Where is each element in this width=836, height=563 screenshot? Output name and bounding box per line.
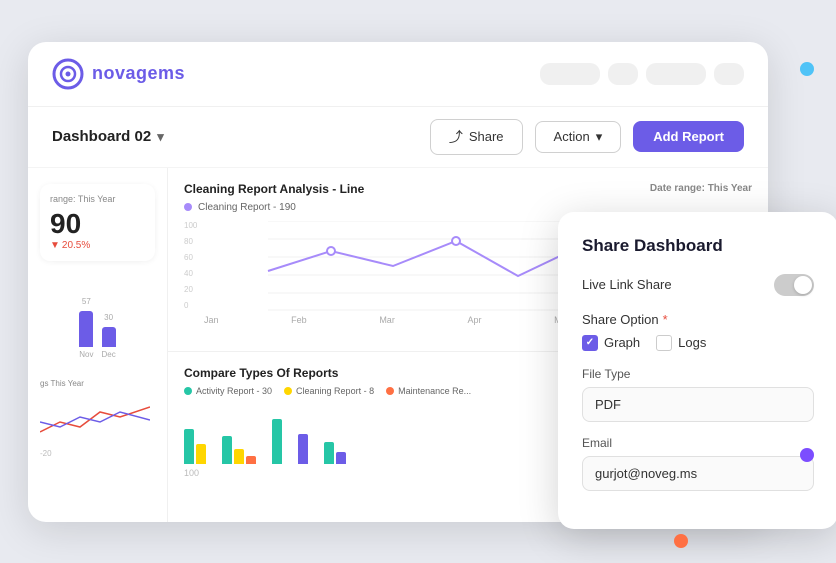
bar-label-dec: Dec — [102, 350, 116, 359]
graph-label: Graph — [604, 335, 640, 350]
line-legend-dot — [184, 203, 192, 211]
stat-card: range: This Year 90 ▼ 20.5% — [40, 184, 155, 261]
share-dialog-title: Share Dashboard — [582, 236, 814, 256]
legend-dot-cleaning — [284, 387, 292, 395]
bar-value-nov: 57 — [82, 297, 91, 306]
share-option-section: Share Option * ✓ Graph Logs — [582, 312, 814, 351]
checkmark-icon: ✓ — [586, 337, 594, 348]
share-option-label: Share Option — [582, 312, 659, 327]
email-label: Email — [582, 436, 814, 450]
live-link-label: Live Link Share — [582, 277, 672, 292]
stat-change: ▼ 20.5% — [50, 240, 145, 251]
legend-dot-activity — [184, 387, 192, 395]
logo-icon — [52, 58, 84, 90]
dot-blue-decoration — [800, 62, 814, 76]
logs-checkbox-item[interactable]: Logs — [656, 335, 706, 351]
action-button-label: Action — [554, 129, 590, 144]
bar-group-4 — [298, 434, 308, 464]
bar-group-dec: 30 Dec — [102, 313, 116, 359]
live-link-toggle[interactable] — [774, 274, 814, 296]
file-type-section: File Type — [582, 367, 814, 436]
legend-cleaning: Cleaning Report - 8 — [284, 386, 374, 396]
stat-change-value: 20.5% — [62, 240, 90, 251]
required-star: * — [663, 312, 668, 327]
mini-chart-label: gs This Year — [40, 379, 155, 388]
dot-orange-decoration — [674, 534, 688, 548]
bar-group-1 — [184, 429, 206, 464]
header-pill-3 — [646, 63, 706, 85]
stat-bars-area: 57 Nov 30 Dec — [40, 297, 155, 359]
legend-dot-maintenance — [386, 387, 394, 395]
mini-line-chart: gs This Year -20 — [40, 379, 155, 458]
outer-wrapper: novagems Dashboard 02 ▾ ⤴ Share Action ▾ — [28, 22, 808, 542]
checkbox-group: ✓ Graph Logs — [582, 335, 814, 351]
share-dashboard-dialog: Share Dashboard Live Link Share Share Op… — [558, 212, 836, 529]
chevron-down-icon[interactable]: ▾ — [157, 129, 164, 145]
header-pill-2 — [608, 63, 638, 85]
compare-title-text: Compare Types Of Reports — [184, 366, 338, 380]
toggle-knob — [794, 276, 812, 294]
bar-nov — [79, 311, 93, 347]
add-report-button[interactable]: Add Report — [633, 121, 744, 152]
logo-area: novagems — [52, 58, 528, 90]
action-button[interactable]: Action ▾ — [535, 121, 622, 153]
action-chevron-icon: ▾ — [596, 129, 603, 145]
mini-chart-value: -20 — [40, 449, 155, 458]
header: novagems — [28, 42, 768, 107]
bar-dec — [102, 327, 116, 347]
line-chart-legend: Cleaning Report - 190 — [184, 202, 752, 213]
line-chart-title-row: Cleaning Report Analysis - Line Date ran… — [184, 182, 752, 196]
add-report-label: Add Report — [653, 129, 724, 144]
header-pill-1 — [540, 63, 600, 85]
header-pills — [540, 63, 744, 85]
logs-checkbox[interactable] — [656, 335, 672, 351]
share-button[interactable]: ⤴ Share — [430, 119, 523, 155]
bar-value-dec: 30 — [104, 313, 113, 322]
y-axis: 100 80 60 40 20 0 — [184, 221, 204, 311]
line-legend-label: Cleaning Report - 190 — [198, 202, 296, 213]
dashboard-title-text: Dashboard 02 — [52, 128, 151, 145]
share-icon: ⤴ — [449, 127, 463, 147]
down-arrow-icon: ▼ — [50, 240, 60, 251]
email-input[interactable] — [582, 456, 814, 491]
graph-checkbox-item[interactable]: ✓ Graph — [582, 335, 640, 351]
logs-label: Logs — [678, 335, 706, 350]
email-section: Email — [582, 436, 814, 505]
dashboard-title-area: Dashboard 02 ▾ — [52, 128, 418, 145]
live-link-row: Live Link Share — [582, 274, 814, 296]
bar-group-3 — [272, 419, 282, 464]
file-type-label: File Type — [582, 367, 814, 381]
share-option-label-row: Share Option * — [582, 312, 814, 327]
date-range: Date range: This Year — [650, 183, 752, 194]
left-panel: range: This Year 90 ▼ 20.5% 57 Nov 30 — [28, 168, 168, 522]
file-type-input[interactable] — [582, 387, 814, 422]
line-chart-title: Cleaning Report Analysis - Line — [184, 182, 364, 196]
header-pill-4 — [714, 63, 744, 85]
legend-activity: Activity Report - 30 — [184, 386, 272, 396]
bar-label-nov: Nov — [79, 350, 93, 359]
app-name: novagems — [92, 63, 185, 84]
mini-line-svg — [40, 392, 150, 442]
toolbar: Dashboard 02 ▾ ⤴ Share Action ▾ Add Repo… — [28, 107, 768, 168]
stat-number: 90 — [50, 208, 145, 240]
graph-checkbox[interactable]: ✓ — [582, 335, 598, 351]
legend-maintenance: Maintenance Re... — [386, 386, 471, 396]
bar-group-5 — [324, 442, 346, 464]
share-button-label: Share — [469, 129, 504, 144]
stat-range-label: range: This Year — [50, 194, 145, 204]
bar-group-2 — [222, 436, 256, 464]
dot-purple-decoration — [800, 448, 814, 462]
bar-group-nov: 57 Nov — [79, 297, 93, 359]
